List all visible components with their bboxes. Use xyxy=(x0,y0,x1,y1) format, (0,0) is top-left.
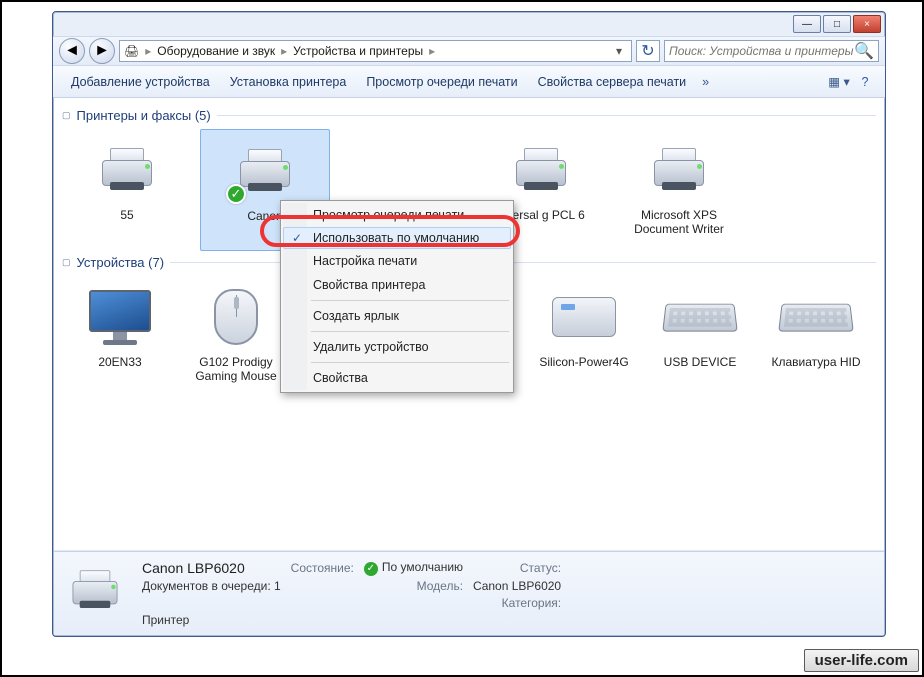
menu-item-remove-device[interactable]: Удалить устройство xyxy=(283,335,511,359)
refresh-button[interactable]: ↻ xyxy=(636,40,660,62)
forward-button[interactable]: ► xyxy=(89,38,115,64)
details-value: Принтер xyxy=(142,613,281,627)
collapse-icon: ▢ xyxy=(62,110,71,121)
toolbar-overflow[interactable]: » xyxy=(696,75,715,89)
breadcrumb-part[interactable]: Устройства и принтеры xyxy=(293,44,423,58)
breadcrumb-sep: ▸ xyxy=(143,44,153,58)
menu-item-print-prefs[interactable]: Настройка печати xyxy=(283,249,511,273)
menu-item-set-default[interactable]: ✓ Использовать по умолчанию xyxy=(283,227,511,249)
details-value: ✓По умолчанию xyxy=(364,560,463,576)
menu-item-create-shortcut[interactable]: Создать ярлык xyxy=(283,304,511,328)
details-value: Canon LBP6020 xyxy=(473,579,561,593)
details-key: Состояние: xyxy=(291,561,354,575)
device-label: 20EN33 xyxy=(98,356,141,370)
maximize-button[interactable]: □ xyxy=(823,15,851,33)
group-title: Устройства (7) xyxy=(77,255,165,270)
view-options-button[interactable]: ▦ ▾ xyxy=(827,71,851,93)
details-pane: Canon LBP6020 Состояние: ✓По умолчанию С… xyxy=(54,551,884,635)
device-label: G102 Prodigy Gaming Mouse xyxy=(178,356,294,384)
menu-separator xyxy=(311,331,509,332)
details-value: Документов в очереди: 1 xyxy=(142,579,281,593)
search-input[interactable] xyxy=(669,44,854,58)
breadcrumb-sep: ▸ xyxy=(427,44,437,58)
menu-item-properties[interactable]: Свойства xyxy=(283,366,511,390)
address-dropdown[interactable]: ▾ xyxy=(611,44,627,58)
group-header-printers[interactable]: ▢ Принтеры и факсы (5) xyxy=(62,108,876,123)
device-item[interactable]: 20EN33 xyxy=(62,276,178,398)
menu-item-printer-props[interactable]: Свойства принтера xyxy=(283,273,511,297)
drive-icon xyxy=(552,297,616,337)
collapse-icon: ▢ xyxy=(62,257,71,268)
check-icon: ✓ xyxy=(292,231,302,245)
monitor-icon xyxy=(85,288,155,346)
menu-item-label: Использовать по умолчанию xyxy=(313,231,479,245)
breadcrumb-sep: ▸ xyxy=(279,44,289,58)
device-item[interactable]: 55 xyxy=(62,129,192,251)
device-item[interactable]: Microsoft XPS Document Writer xyxy=(614,129,744,251)
back-button[interactable]: ◄ xyxy=(59,38,85,64)
mouse-icon xyxy=(214,289,258,345)
details-key: Категория: xyxy=(473,596,561,610)
device-label: 55 xyxy=(120,209,133,223)
printer-icon xyxy=(64,566,128,622)
context-menu: Просмотр очереди печати ✓ Использовать п… xyxy=(280,200,514,393)
help-button[interactable]: ? xyxy=(853,71,877,93)
close-button[interactable]: × xyxy=(853,15,881,33)
printer-icon xyxy=(510,146,572,194)
navbar: ◄ ► 🖨 ▸ Оборудование и звук ▸ Устройства… xyxy=(53,36,885,66)
printer-icon xyxy=(96,146,158,194)
device-item[interactable]: G102 Prodigy Gaming Mouse xyxy=(178,276,294,398)
device-label: Silicon-Power4G xyxy=(539,356,628,370)
search-box[interactable]: 🔍 xyxy=(664,40,879,62)
minimize-button[interactable]: — xyxy=(793,15,821,33)
device-label: Canon xyxy=(247,210,282,224)
device-item[interactable]: Клавиатура HID xyxy=(758,276,874,398)
device-item[interactable]: USB DEVICE xyxy=(642,276,758,398)
keyboard-icon xyxy=(662,304,738,332)
menu-separator xyxy=(311,362,509,363)
device-item[interactable]: Silicon-Power4G xyxy=(526,276,642,398)
devices-icon: 🖨 xyxy=(124,44,139,58)
device-label: Microsoft XPS Document Writer xyxy=(614,209,744,237)
group-title: Принтеры и факсы (5) xyxy=(77,108,211,123)
default-check-icon: ✓ xyxy=(226,184,246,204)
details-key: Статус: xyxy=(473,561,561,575)
address-bar[interactable]: 🖨 ▸ Оборудование и звук ▸ Устройства и п… xyxy=(119,40,632,62)
command-bar: Добавление устройства Установка принтера… xyxy=(53,66,885,98)
ok-icon: ✓ xyxy=(364,562,378,576)
device-label: Клавиатура HID xyxy=(772,356,861,370)
details-title: Canon LBP6020 xyxy=(142,560,281,576)
explorer-window: — □ × ◄ ► 🖨 ▸ Оборудование и звук ▸ Устр… xyxy=(52,11,886,637)
device-label: USB DEVICE xyxy=(664,356,737,370)
breadcrumb-part[interactable]: Оборудование и звук xyxy=(157,44,275,58)
search-icon: 🔍 xyxy=(854,41,874,61)
view-queue-button[interactable]: Просмотр очереди печати xyxy=(356,71,527,93)
keyboard-icon xyxy=(778,304,854,332)
watermark: user-life.com xyxy=(804,649,919,672)
add-printer-button[interactable]: Установка принтера xyxy=(220,71,357,93)
details-key: Модель: xyxy=(364,579,463,593)
menu-separator xyxy=(311,300,509,301)
titlebar: — □ × xyxy=(53,12,885,36)
add-device-button[interactable]: Добавление устройства xyxy=(61,71,220,93)
printer-icon xyxy=(648,146,710,194)
menu-item-view-queue[interactable]: Просмотр очереди печати xyxy=(283,203,511,227)
server-props-button[interactable]: Свойства сервера печати xyxy=(528,71,697,93)
